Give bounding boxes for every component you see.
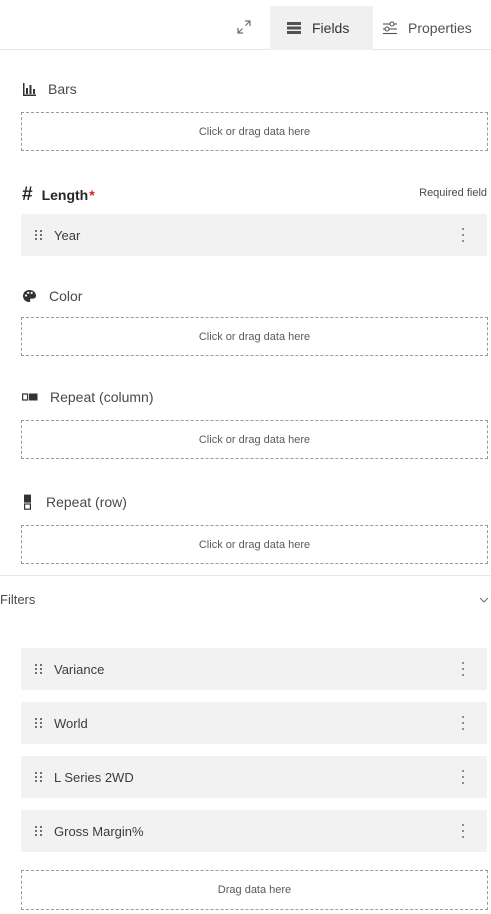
filters-dropzone-text: Drag data here	[217, 884, 292, 896]
repeat-column-dropzone[interactable]: Click or drag data here	[21, 420, 488, 459]
panel-header: Fields Properties	[0, 0, 491, 50]
slot-repeat-column-label: Repeat (column)	[50, 389, 154, 405]
slot-color-label: Color	[49, 288, 83, 304]
slot-length-title: # Length *	[22, 185, 95, 204]
filter-item[interactable]: Gross Margin%	[21, 810, 487, 852]
tab-fields[interactable]: Fields	[270, 6, 373, 50]
repeat-row-dropzone-text: Click or drag data here	[198, 538, 311, 551]
fields-icon	[287, 22, 301, 34]
tab-properties-label: Properties	[408, 20, 472, 36]
slot-repeat-row-title: Repeat (row)	[22, 494, 127, 510]
repeat-row-dropzone[interactable]: Click or drag data here	[21, 525, 488, 564]
bars-dropzone[interactable]: Click or drag data here	[21, 112, 488, 151]
slot-repeat-column-title: Repeat (column)	[22, 389, 154, 405]
filter-item[interactable]: L Series 2WD	[21, 756, 487, 798]
repeat-row-icon	[23, 494, 32, 510]
slot-bars-label: Bars	[48, 81, 77, 97]
color-dropzone-text: Click or drag data here	[198, 330, 311, 343]
overflow-menu-icon[interactable]	[461, 824, 465, 838]
overflow-menu-icon[interactable]	[461, 228, 465, 242]
filters-title[interactable]: Filters	[0, 592, 35, 607]
repeat-column-dropzone-text: Click or drag data here	[198, 433, 311, 446]
drag-handle-icon[interactable]	[35, 664, 43, 674]
bars-dropzone-text: Click or drag data here	[198, 125, 311, 138]
length-item-year[interactable]: Year	[21, 214, 487, 256]
tab-properties[interactable]: Properties	[373, 6, 491, 50]
required-field-note: Required field	[419, 187, 487, 199]
filter-item-label: Gross Margin%	[54, 823, 144, 839]
drag-handle-icon[interactable]	[35, 718, 43, 728]
hash-icon: #	[22, 184, 33, 205]
drag-handle-icon[interactable]	[35, 230, 43, 240]
maximize-icon	[237, 20, 251, 34]
color-dropzone[interactable]: Click or drag data here	[21, 317, 488, 356]
filter-item-label: Variance	[54, 661, 105, 677]
drag-handle-icon[interactable]	[35, 772, 43, 782]
filter-item[interactable]: World	[21, 702, 487, 744]
slot-bars-title: Bars	[22, 81, 77, 97]
sliders-icon	[383, 21, 397, 35]
required-asterisk: *	[89, 186, 95, 203]
section-divider	[0, 575, 491, 576]
chevron-down-icon[interactable]	[477, 594, 491, 606]
filter-item-label: L Series 2WD	[54, 769, 134, 785]
tab-fields-label: Fields	[312, 20, 350, 36]
filters-dropzone[interactable]: Drag data here	[21, 870, 488, 910]
expand-button[interactable]	[232, 15, 256, 39]
drag-handle-icon[interactable]	[35, 826, 43, 836]
overflow-menu-icon[interactable]	[461, 716, 465, 730]
bar-chart-icon	[23, 82, 36, 96]
repeat-column-icon	[22, 393, 38, 401]
fields-panel: Fields Properties Bars Click or drag dat…	[0, 0, 491, 914]
slot-repeat-row-label: Repeat (row)	[46, 494, 127, 510]
overflow-menu-icon[interactable]	[461, 770, 465, 784]
filter-item-label: World	[54, 715, 88, 731]
slot-length-label: Length	[41, 186, 89, 203]
palette-icon	[23, 290, 36, 302]
filter-item[interactable]: Variance	[21, 648, 487, 690]
overflow-menu-icon[interactable]	[461, 662, 465, 676]
slot-color-title: Color	[22, 288, 82, 304]
pill-label: Year	[54, 227, 81, 243]
